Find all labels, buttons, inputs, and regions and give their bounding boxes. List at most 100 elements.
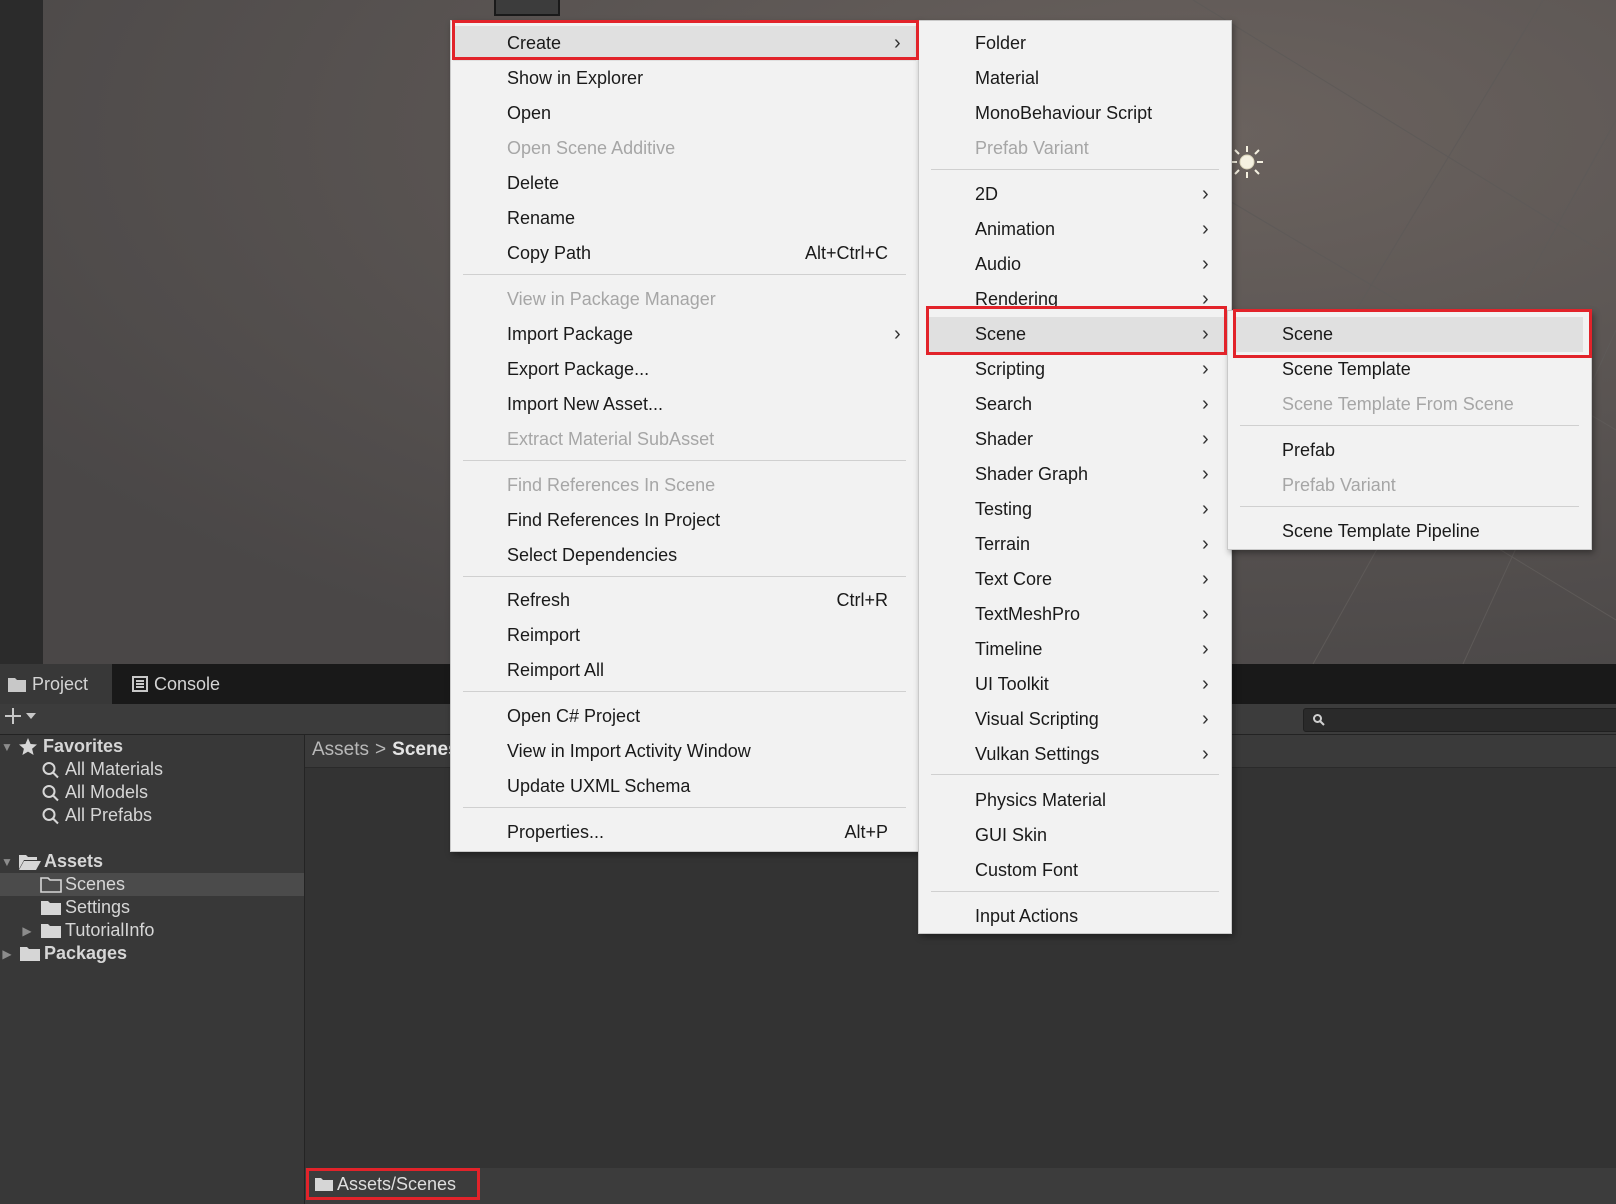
folder-icon bbox=[41, 923, 61, 938]
chevron-right-icon: › bbox=[1202, 603, 1209, 625]
tree-item-assets[interactable]: ▼ Assets bbox=[0, 850, 304, 873]
menu-item-monobehaviour-script[interactable]: MonoBehaviour Script bbox=[919, 96, 1231, 131]
menu-item-extract-material-subasset: Extract Material SubAsset bbox=[451, 422, 918, 457]
menu-item-open[interactable]: Open bbox=[451, 96, 918, 131]
chevron-right-icon: › bbox=[1202, 183, 1209, 205]
scene-toolbar-button[interactable] bbox=[494, 0, 560, 16]
chevron-right-icon: › bbox=[1202, 708, 1209, 730]
menu-item-import-new-asset[interactable]: Import New Asset... bbox=[451, 387, 918, 422]
menu-item-text-core[interactable]: Text Core › bbox=[919, 562, 1231, 597]
menu-item-label: Copy Path bbox=[507, 243, 592, 263]
menu-item-custom-font[interactable]: Custom Font bbox=[919, 853, 1231, 888]
menu-item-label: Reimport All bbox=[507, 660, 605, 680]
tree-item-label: TutorialInfo bbox=[65, 920, 155, 940]
tree-item-packages[interactable]: ▶ Packages bbox=[0, 942, 304, 965]
menu-separator bbox=[463, 576, 906, 577]
menu-item-label: Open C# Project bbox=[507, 706, 641, 726]
menu-item-delete[interactable]: Delete bbox=[451, 166, 918, 201]
menu-item-scene[interactable]: Scene › bbox=[929, 317, 1225, 352]
menu-item-open-c-project[interactable]: Open C# Project bbox=[451, 699, 918, 734]
menu-item-animation[interactable]: Animation › bbox=[919, 212, 1231, 247]
menu-item-refresh[interactable]: Refresh Ctrl+R bbox=[451, 583, 918, 618]
menu-item-input-actions[interactable]: Input Actions bbox=[919, 899, 1231, 934]
menu-item-shader-graph[interactable]: Shader Graph › bbox=[919, 457, 1231, 492]
menu-item-scene[interactable]: Scene bbox=[1236, 317, 1583, 352]
menu-item-show-in-explorer[interactable]: Show in Explorer bbox=[451, 61, 918, 96]
menu-item-view-in-import-activity-window[interactable]: View in Import Activity Window bbox=[451, 734, 918, 769]
menu-item-find-references-in-project[interactable]: Find References In Project bbox=[451, 503, 918, 538]
tab-console-label: Console bbox=[154, 673, 221, 694]
menu-item-timeline[interactable]: Timeline › bbox=[919, 632, 1231, 667]
chevron-right-icon: › bbox=[1202, 498, 1209, 520]
menu-item-rename[interactable]: Rename bbox=[451, 201, 918, 236]
menu-item-prefab-variant: Prefab Variant bbox=[919, 131, 1231, 166]
menu-item-testing[interactable]: Testing › bbox=[919, 492, 1231, 527]
menu-separator bbox=[931, 774, 1219, 775]
menu-item-label: Prefab Variant bbox=[1282, 475, 1396, 495]
menu-item-label: Prefab bbox=[1282, 440, 1336, 460]
menu-item-terrain[interactable]: Terrain › bbox=[919, 527, 1231, 562]
menu-item-prefab[interactable]: Prefab bbox=[1228, 433, 1591, 468]
menu-item-scripting[interactable]: Scripting › bbox=[919, 352, 1231, 387]
scene-submenu: Scene Scene Template Scene Template From S… bbox=[1227, 310, 1592, 550]
menu-item-scene-template-pipeline[interactable]: Scene Template Pipeline bbox=[1228, 514, 1591, 549]
expand-arrow-icon[interactable]: ▼ bbox=[0, 740, 14, 754]
expand-arrow-icon[interactable]: ▶ bbox=[0, 947, 14, 961]
tree-item-scenes[interactable]: Scenes bbox=[0, 873, 304, 896]
tree-item-label: All Models bbox=[65, 782, 149, 802]
menu-item-rendering[interactable]: Rendering › bbox=[919, 282, 1231, 317]
tree-item-favorites[interactable]: ▼ Favorites bbox=[0, 735, 304, 758]
menu-item-textmeshpro[interactable]: TextMeshPro › bbox=[919, 597, 1231, 632]
search-input[interactable] bbox=[1303, 708, 1616, 732]
menu-item-copy-path[interactable]: Copy Path Alt+Ctrl+C bbox=[451, 236, 918, 271]
menu-item-2d[interactable]: 2D › bbox=[919, 177, 1231, 212]
tab-console[interactable]: Console bbox=[128, 664, 248, 704]
menu-item-label: Rename bbox=[507, 208, 576, 228]
menu-item-vulkan-settings[interactable]: Vulkan Settings › bbox=[919, 737, 1231, 772]
menu-item-label: View in Package Manager bbox=[507, 289, 716, 309]
menu-item-gui-skin[interactable]: GUI Skin bbox=[919, 818, 1231, 853]
menu-item-ui-toolkit[interactable]: UI Toolkit › bbox=[919, 667, 1231, 702]
menu-item-audio[interactable]: Audio › bbox=[919, 247, 1231, 282]
menu-item-reimport-all[interactable]: Reimport All bbox=[451, 653, 918, 688]
menu-item-label: Folder bbox=[975, 33, 1027, 53]
menu-item-export-package[interactable]: Export Package... bbox=[451, 352, 918, 387]
chevron-right-icon: › bbox=[1202, 358, 1209, 380]
tree-item-all-materials[interactable]: All Materials bbox=[0, 758, 304, 781]
directional-light-icon[interactable] bbox=[1230, 145, 1264, 179]
tree-item-settings[interactable]: Settings bbox=[0, 896, 304, 919]
menu-item-material[interactable]: Material bbox=[919, 61, 1231, 96]
menu-item-label: Scene bbox=[1282, 324, 1334, 344]
menu-item-reimport[interactable]: Reimport bbox=[451, 618, 918, 653]
tree-item-all-prefabs[interactable]: All Prefabs bbox=[0, 804, 304, 827]
menu-item-physics-material[interactable]: Physics Material bbox=[919, 783, 1231, 818]
menu-separator bbox=[931, 891, 1219, 892]
menu-item-create[interactable]: Create › bbox=[453, 26, 916, 61]
menu-item-label: Refresh bbox=[507, 590, 571, 610]
menu-item-import-package[interactable]: Import Package › bbox=[451, 317, 918, 352]
menu-item-properties[interactable]: Properties... Alt+P bbox=[451, 815, 918, 850]
breadcrumb-item-current[interactable]: Scenes bbox=[392, 739, 459, 761]
menu-item-scene-template[interactable]: Scene Template bbox=[1228, 352, 1591, 387]
breadcrumb-separator: > bbox=[375, 739, 387, 760]
add-button[interactable] bbox=[4, 707, 37, 725]
chevron-right-icon: › bbox=[1202, 568, 1209, 590]
menu-item-folder[interactable]: Folder bbox=[919, 26, 1231, 61]
tree-item-all-models[interactable]: All Models bbox=[0, 781, 304, 804]
menu-item-search[interactable]: Search › bbox=[919, 387, 1231, 422]
menu-item-select-dependencies[interactable]: Select Dependencies bbox=[451, 538, 918, 573]
menu-item-label: Import Package bbox=[507, 324, 634, 344]
menu-item-shader[interactable]: Shader › bbox=[919, 422, 1231, 457]
tree-item-tutorialinfo[interactable]: ▶ TutorialInfo bbox=[0, 919, 304, 942]
folder-open-icon bbox=[19, 854, 41, 870]
menu-item-label: Text Core bbox=[975, 569, 1053, 589]
menu-item-label: Scene bbox=[975, 324, 1027, 344]
tab-project[interactable]: Project bbox=[0, 664, 112, 704]
breadcrumb-item-assets[interactable]: Assets bbox=[312, 739, 369, 761]
menu-item-view-in-package-manager: View in Package Manager bbox=[451, 282, 918, 317]
expand-arrow-icon[interactable]: ▼ bbox=[0, 855, 14, 869]
menu-item-visual-scripting[interactable]: Visual Scripting › bbox=[919, 702, 1231, 737]
menu-item-update-uxml-schema[interactable]: Update UXML Schema bbox=[451, 769, 918, 804]
menu-separator bbox=[463, 691, 906, 692]
expand-arrow-icon[interactable]: ▶ bbox=[20, 924, 34, 938]
